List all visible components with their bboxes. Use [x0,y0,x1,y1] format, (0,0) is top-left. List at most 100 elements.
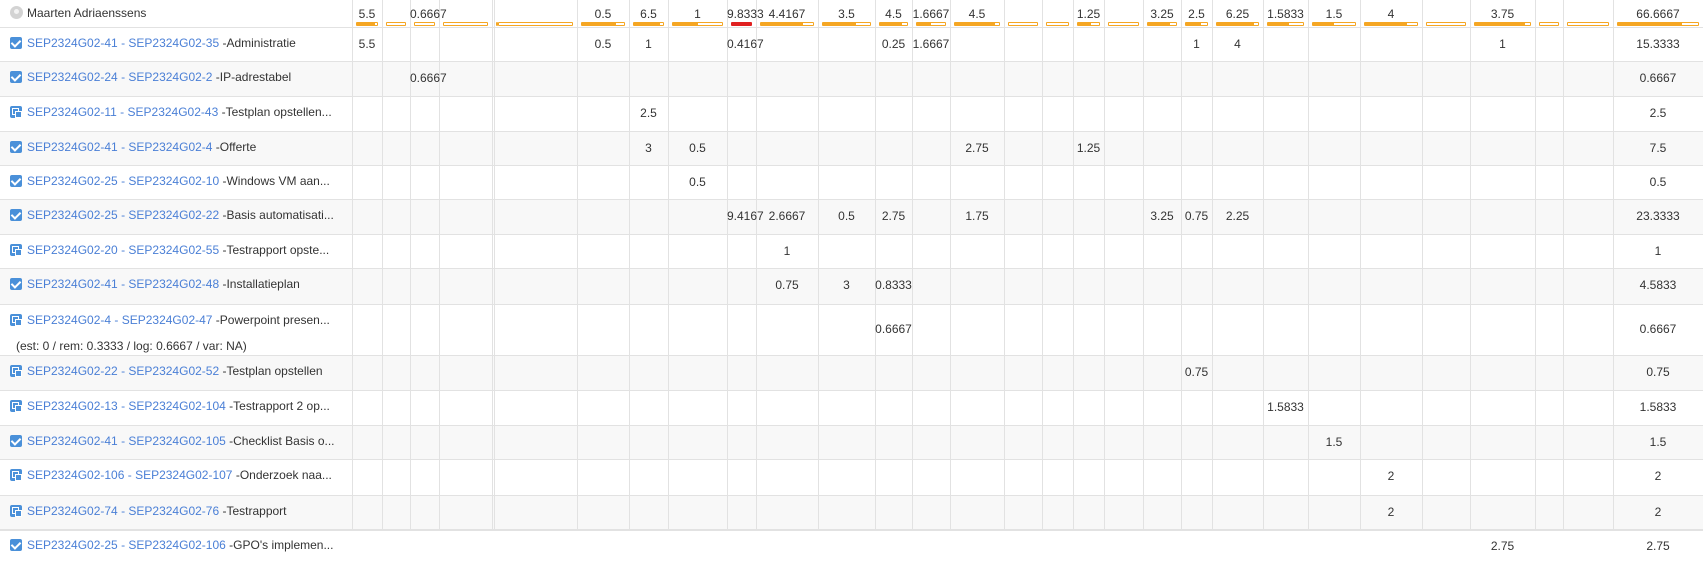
column-divider [1535,426,1536,459]
column-divider [1004,28,1005,61]
column-divider [492,269,493,304]
column-total: 1.25 [1076,7,1101,21]
progress-bar [414,22,435,26]
column-divider [875,356,876,390]
hours-cell: 2.5 [640,106,657,120]
issue-link[interactable]: SEP2324G02-22 - SEP2324G02-52 [27,364,219,378]
subtask-icon [10,106,22,118]
column-divider [1470,200,1471,234]
issue-link[interactable]: SEP2324G02-74 - SEP2324G02-76 [27,504,219,518]
column-divider [727,97,728,131]
column-divider [1563,0,1564,27]
issue-title: -Basis automatisati... [219,208,334,222]
column-divider [492,97,493,131]
hours-cell: 0.5 [689,175,706,189]
column-divider [1104,391,1105,425]
column-divider [1181,62,1182,96]
column-divider [1308,496,1309,529]
issue-name: SEP2324G02-41 - SEP2324G02-4 -Offerte [27,140,256,154]
column-divider [382,28,383,61]
issue-link[interactable]: SEP2324G02-41 - SEP2324G02-35 [27,36,219,50]
column-divider [875,166,876,199]
issue-link[interactable]: SEP2324G02-41 - SEP2324G02-48 [27,277,219,291]
column-divider [1563,305,1564,355]
issue-link[interactable]: SEP2324G02-41 - SEP2324G02-4 [27,140,212,154]
progress-bar [581,22,625,26]
progress-bar [1474,22,1531,26]
column-divider [1422,391,1423,425]
column-divider [1143,305,1144,355]
column-divider [352,269,353,304]
column-divider [1263,426,1264,459]
row-total: 1 [1654,244,1662,258]
checkbox-icon [10,435,22,447]
column-divider [1470,305,1471,355]
issue-title: -IP-adrestabel [212,70,292,84]
column-divider [1212,62,1213,96]
issue-link[interactable]: SEP2324G02-11 - SEP2324G02-43 [27,105,218,119]
column-divider [1360,200,1361,234]
column-divider [1004,0,1005,27]
column-divider [1360,356,1361,390]
column-divider [352,62,353,96]
column-divider [1308,356,1309,390]
column-divider [1073,28,1074,61]
row-total: 2.5 [1649,106,1667,120]
issue-title: -Testplan opstellen... [218,105,332,119]
issue-link[interactable]: SEP2324G02-41 - SEP2324G02-105 [27,434,226,448]
column-divider [668,356,669,390]
hours-cell: 1 [783,244,791,258]
column-divider [1004,391,1005,425]
column-divider [1470,460,1471,495]
column-divider [912,460,913,495]
column-divider [950,460,951,495]
column-divider [1004,200,1005,234]
column-divider [668,28,669,61]
issue-name: SEP2324G02-41 - SEP2324G02-105 -Checklis… [27,434,335,448]
column-divider [756,62,757,96]
table-row: SEP2324G02-24 - SEP2324G02-2 -IP-adresta… [0,62,1703,97]
column-divider [912,496,913,529]
column-divider [382,269,383,304]
issue-link[interactable]: SEP2324G02-4 - SEP2324G02-47 [27,313,212,327]
column-divider [1073,305,1074,355]
issue-link[interactable]: SEP2324G02-13 - SEP2324G02-104 [27,399,226,413]
column-divider [875,460,876,495]
column-divider [577,496,578,529]
column-divider [1360,62,1361,96]
column-divider [912,391,913,425]
column-divider [950,496,951,529]
column-divider [1073,391,1074,425]
issue-link[interactable]: SEP2324G02-25 - SEP2324G02-106 [27,538,226,552]
issue-link[interactable]: SEP2324G02-25 - SEP2324G02-10 [27,174,219,188]
issue-link[interactable]: SEP2324G02-24 - SEP2324G02-2 [27,70,212,84]
column-divider [352,97,353,131]
issue-link[interactable]: SEP2324G02-106 - SEP2324G02-107 [27,468,232,482]
issue-link[interactable]: SEP2324G02-25 - SEP2324G02-22 [27,208,219,222]
checkbox-icon [10,175,22,187]
issue-name: SEP2324G02-25 - SEP2324G02-22 -Basis aut… [27,208,334,222]
row-total: 23.3333 [1636,209,1680,223]
hours-cell: 1 [645,37,652,51]
column-divider [439,132,440,165]
subtask-icon [10,400,22,412]
column-divider [1004,460,1005,495]
issue-title: -GPO's implemen... [225,538,334,552]
hours-cell: 5.5 [358,37,376,51]
column-divider [494,166,495,199]
column-divider [912,166,913,199]
column-divider [492,62,493,96]
progress-bar [1046,22,1069,26]
issue-name: SEP2324G02-4 - SEP2324G02-47 -Powerpoint… [27,313,330,327]
column-divider [875,62,876,96]
column-divider [1263,305,1264,355]
column-divider [439,391,440,425]
column-divider [1212,496,1213,529]
column-divider [818,356,819,390]
column-divider [494,132,495,165]
hours-cell: 3.25 [1150,209,1174,223]
issue-link[interactable]: SEP2324G02-20 - SEP2324G02-55 [27,243,219,257]
column-divider [1143,28,1144,61]
column-divider [352,391,353,425]
progress-bar [760,22,814,26]
